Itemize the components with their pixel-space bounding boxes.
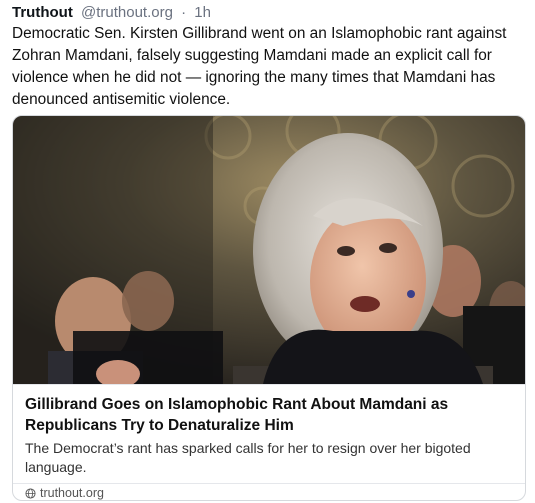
post-header: Truthout @truthout.org · 1h bbox=[12, 4, 211, 22]
card-divider bbox=[13, 483, 525, 484]
post-text: Democratic Sen. Kirsten Gillibrand went … bbox=[12, 25, 507, 108]
meta-separator: · bbox=[181, 4, 187, 21]
card-title[interactable]: Gillibrand Goes on Islamophobic Rant Abo… bbox=[25, 394, 495, 436]
card-image[interactable] bbox=[13, 116, 525, 384]
post: Truthout @truthout.org · 1h Democratic S… bbox=[0, 0, 535, 503]
card-body[interactable]: Gillibrand Goes on Islamophobic Rant Abo… bbox=[13, 384, 525, 500]
globe-icon bbox=[25, 487, 36, 499]
card-domain-link[interactable]: truthout.org bbox=[25, 486, 104, 500]
author-handle[interactable]: @truthout.org bbox=[81, 4, 173, 21]
link-card[interactable]: Gillibrand Goes on Islamophobic Rant Abo… bbox=[12, 115, 526, 501]
author-name[interactable]: Truthout bbox=[12, 4, 73, 21]
post-time[interactable]: 1h bbox=[194, 4, 211, 21]
card-description: The Democrat’s rant has sparked calls fo… bbox=[25, 440, 471, 475]
card-domain: truthout.org bbox=[40, 486, 104, 500]
